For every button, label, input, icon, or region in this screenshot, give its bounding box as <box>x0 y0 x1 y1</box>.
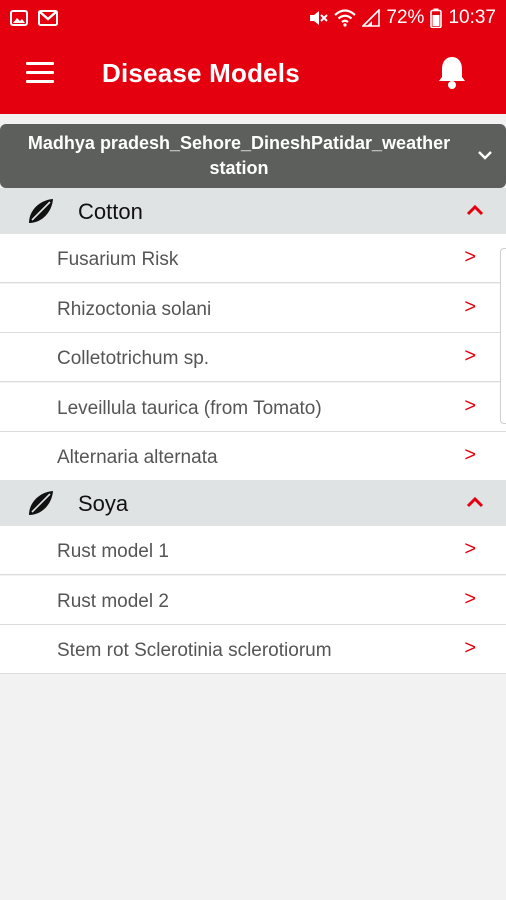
station-selector[interactable]: Madhya pradesh_Sehore_DineshPatidar_weat… <box>0 124 506 188</box>
scroll-indicator[interactable] <box>500 248 506 424</box>
model-label: Alternaria alternata <box>57 447 218 468</box>
group-label: Soya <box>78 491 129 516</box>
model-label: Fusarium Risk <box>57 249 179 270</box>
gmail-icon <box>38 10 58 26</box>
chevron-up-icon <box>466 203 484 217</box>
battery-icon <box>430 8 443 28</box>
model-label: Rust model 2 <box>57 591 169 612</box>
chevron-right-icon: > <box>464 296 476 318</box>
model-row-stem-rot[interactable]: Stem rot Sclerotinia sclerotiorum > <box>0 625 506 674</box>
model-label: Colletotrichum sp. <box>57 348 210 369</box>
crop-leaf-icon <box>26 196 56 226</box>
chevron-down-icon <box>476 146 494 164</box>
group-header-soya[interactable]: Soya <box>0 480 506 526</box>
model-label: Rust model 1 <box>57 541 169 562</box>
chevron-right-icon: > <box>464 538 476 560</box>
signal-icon <box>362 9 381 27</box>
group-header-cotton[interactable]: Cotton <box>0 188 506 234</box>
bell-icon[interactable] <box>436 54 468 90</box>
group-label: Cotton <box>78 199 143 224</box>
chevron-right-icon: > <box>464 637 476 659</box>
app-toolbar: Disease Models <box>0 36 506 114</box>
status-bar: 72% 10:37 <box>0 0 506 36</box>
wifi-icon <box>334 9 357 27</box>
menu-icon[interactable] <box>26 62 54 86</box>
chevron-right-icon: > <box>464 395 476 417</box>
crop-leaf-icon <box>26 488 56 518</box>
image-icon <box>10 10 28 26</box>
page-title: Disease Models <box>102 58 300 88</box>
clock: 10:37 <box>448 7 496 28</box>
battery-level: 72% <box>386 7 425 28</box>
model-row-fusarium-risk[interactable]: Fusarium Risk > <box>0 234 506 283</box>
model-label: Leveillula taurica (from Tomato) <box>57 398 322 419</box>
model-row-alternaria-alternata[interactable]: Alternaria alternata > <box>0 432 506 481</box>
model-row-leveillula-taurica[interactable]: Leveillula taurica (from Tomato) > <box>0 383 506 432</box>
model-row-rust-model-1[interactable]: Rust model 1 > <box>0 526 506 575</box>
model-row-rhizoctonia-solani[interactable]: Rhizoctonia solani > <box>0 284 506 333</box>
model-row-rust-model-2[interactable]: Rust model 2 > <box>0 576 506 625</box>
chevron-right-icon: > <box>464 345 476 367</box>
station-name: Madhya pradesh_Sehore_DineshPatidar_weat… <box>27 133 451 178</box>
model-label: Rhizoctonia solani <box>57 299 212 320</box>
chevron-right-icon: > <box>464 246 476 268</box>
chevron-right-icon: > <box>464 588 476 610</box>
model-row-colletotrichum[interactable]: Colletotrichum sp. > <box>0 333 506 382</box>
chevron-up-icon <box>466 495 484 509</box>
model-label: Stem rot Sclerotinia sclerotiorum <box>57 640 332 661</box>
mute-icon <box>308 9 329 27</box>
chevron-right-icon: > <box>464 444 476 466</box>
